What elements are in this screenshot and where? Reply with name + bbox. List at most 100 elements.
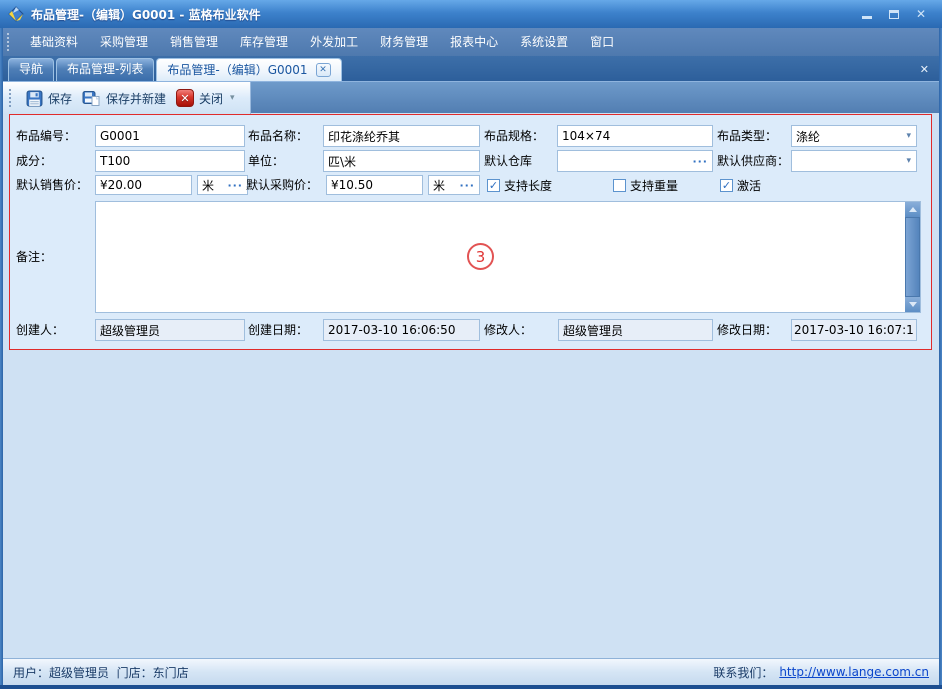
modifier-field bbox=[558, 319, 713, 341]
sale-price-label: 默认销售价： bbox=[16, 175, 88, 195]
product-no-input[interactable] bbox=[95, 125, 245, 147]
composition-input[interactable] bbox=[95, 150, 245, 172]
title-bar: 布品管理-（编辑）G0001 - 蓝格布业软件 ✕ bbox=[0, 0, 942, 28]
app-window: 布品管理-（编辑）G0001 - 蓝格布业软件 ✕ 基础资料 采购管理 销售管理… bbox=[0, 0, 942, 689]
composition-label: 成分： bbox=[16, 150, 52, 172]
product-spec-input[interactable] bbox=[557, 125, 713, 147]
menu-bar: 基础资料 采购管理 销售管理 库存管理 外发加工 财务管理 报表中心 系统设置 … bbox=[0, 28, 942, 56]
menu-grip-icon bbox=[7, 33, 11, 51]
default-supplier-label: 默认供应商： bbox=[717, 150, 789, 172]
tab-strip-close-icon[interactable]: ✕ bbox=[920, 63, 939, 76]
sale-price-input[interactable] bbox=[95, 175, 192, 195]
default-supplier-select[interactable]: ▾ bbox=[791, 150, 917, 172]
product-edit-form: 布品编号： 布品名称： 布品规格： 布品类型： 涤纶 ▾ 成分： 单位： 默认仓… bbox=[9, 114, 932, 350]
app-logo-icon bbox=[8, 6, 25, 23]
toolbar-grip-icon bbox=[9, 89, 13, 107]
checkbox-support-weight-label: 支持重量 bbox=[630, 177, 678, 194]
menu-item-settings[interactable]: 系统设置 bbox=[509, 28, 579, 56]
checkbox-support-length-label: 支持长度 bbox=[504, 177, 552, 194]
scroll-down-icon bbox=[909, 302, 917, 307]
maximize-button[interactable] bbox=[885, 6, 903, 22]
checkbox-support-weight[interactable]: 支持重量 bbox=[613, 175, 678, 195]
scroll-down-button[interactable] bbox=[905, 297, 920, 312]
purchase-unit-value: 米 bbox=[433, 177, 445, 194]
default-warehouse-label: 默认仓库 bbox=[484, 150, 532, 172]
product-name-input[interactable] bbox=[323, 125, 480, 147]
close-button[interactable]: ✕ bbox=[912, 6, 930, 22]
close-red-icon: ✕ bbox=[176, 89, 194, 107]
modify-date-field bbox=[791, 319, 917, 341]
create-date-label: 创建日期： bbox=[248, 319, 308, 341]
save-and-new-icon bbox=[82, 90, 101, 107]
close-dropdown-caret-icon[interactable]: ▾ bbox=[230, 93, 235, 103]
scroll-thumb[interactable] bbox=[905, 217, 920, 297]
tab-product-edit[interactable]: 布品管理-（编辑）G0001 ✕ bbox=[156, 58, 341, 81]
product-type-label: 布品类型： bbox=[717, 125, 777, 147]
remarks-scrollbar[interactable] bbox=[905, 202, 920, 312]
window-border-left bbox=[0, 28, 3, 689]
save-and-new-label: 保存并新建 bbox=[106, 90, 166, 107]
menu-item-purchase[interactable]: 采购管理 bbox=[89, 28, 159, 56]
menu-item-reports[interactable]: 报表中心 bbox=[439, 28, 509, 56]
menu-item-window[interactable]: 窗口 bbox=[579, 28, 625, 56]
close-icon: ✕ bbox=[916, 8, 926, 20]
purchase-price-unit[interactable]: 米 ··· bbox=[428, 175, 480, 195]
unit-label: 单位： bbox=[248, 150, 284, 172]
toolbar: 保存 保存并新建 ✕ 关闭 ▾ bbox=[3, 82, 251, 114]
remarks-textarea[interactable] bbox=[96, 202, 905, 312]
purchase-unit-ellipsis-icon[interactable]: ··· bbox=[459, 179, 479, 192]
warehouse-ellipsis-icon[interactable]: ··· bbox=[692, 155, 712, 168]
annotation-circle-3: 3 bbox=[467, 243, 494, 270]
product-spec-label: 布品规格： bbox=[484, 125, 544, 147]
modifier-label: 修改人： bbox=[484, 319, 532, 341]
dropdown-arrow-icon: ▾ bbox=[906, 156, 916, 166]
creator-field bbox=[95, 319, 245, 341]
save-icon bbox=[26, 90, 43, 107]
checkbox-icon: ✓ bbox=[487, 179, 500, 192]
minimize-button[interactable] bbox=[858, 6, 876, 22]
checkbox-active[interactable]: ✓ 激活 bbox=[720, 175, 761, 195]
sale-price-unit[interactable]: 米 ··· bbox=[197, 175, 248, 195]
save-label: 保存 bbox=[48, 90, 72, 107]
website-link[interactable]: http://www.lange.com.cn bbox=[779, 665, 929, 679]
tab-close-icon[interactable]: ✕ bbox=[316, 63, 331, 77]
menu-item-base-data[interactable]: 基础资料 bbox=[19, 28, 89, 56]
contact-label: 联系我们： bbox=[713, 664, 773, 681]
save-and-new-button[interactable]: 保存并新建 bbox=[77, 88, 171, 109]
minimize-icon bbox=[862, 16, 872, 19]
purchase-price-label: 默认采购价： bbox=[246, 175, 318, 195]
tab-product-edit-label: 布品管理-（编辑）G0001 bbox=[167, 60, 307, 81]
status-bar: 用户：超级管理员 门店：东门店 联系我们： http://www.lange.c… bbox=[3, 658, 939, 685]
default-warehouse-picker[interactable]: ··· bbox=[557, 150, 713, 172]
tab-product-list[interactable]: 布品管理-列表 bbox=[56, 58, 154, 81]
product-name-label: 布品名称： bbox=[248, 125, 308, 147]
sale-unit-ellipsis-icon[interactable]: ··· bbox=[227, 179, 247, 192]
tab-navigation[interactable]: 导航 bbox=[8, 58, 54, 81]
close-tab-button[interactable]: ✕ 关闭 ▾ bbox=[171, 87, 240, 109]
dropdown-arrow-icon: ▾ bbox=[906, 131, 916, 141]
sale-unit-value: 米 bbox=[202, 177, 214, 194]
window-border-bottom bbox=[0, 685, 942, 689]
close-label: 关闭 bbox=[199, 90, 223, 107]
user-store-info: 用户：超级管理员 门店：东门店 bbox=[13, 664, 189, 681]
menu-item-sales[interactable]: 销售管理 bbox=[159, 28, 229, 56]
product-no-label: 布品编号： bbox=[16, 125, 76, 147]
tab-strip: 导航 布品管理-列表 布品管理-（编辑）G0001 ✕ ✕ bbox=[3, 56, 939, 81]
checkbox-icon bbox=[613, 179, 626, 192]
maximize-icon bbox=[889, 10, 899, 19]
save-button[interactable]: 保存 bbox=[21, 88, 77, 109]
creator-label: 创建人： bbox=[16, 319, 64, 341]
product-type-select[interactable]: 涤纶 ▾ bbox=[791, 125, 917, 147]
purchase-price-input[interactable] bbox=[326, 175, 423, 195]
menu-item-outsourcing[interactable]: 外发加工 bbox=[299, 28, 369, 56]
create-date-field bbox=[323, 319, 480, 341]
scroll-up-icon bbox=[909, 207, 917, 212]
checkbox-support-length[interactable]: ✓ 支持长度 bbox=[487, 175, 552, 195]
unit-input[interactable] bbox=[323, 150, 480, 172]
menu-item-inventory[interactable]: 库存管理 bbox=[229, 28, 299, 56]
window-title: 布品管理-（编辑）G0001 - 蓝格布业软件 bbox=[31, 6, 261, 23]
remarks-field bbox=[95, 201, 921, 313]
menu-item-finance[interactable]: 财务管理 bbox=[369, 28, 439, 56]
scroll-up-button[interactable] bbox=[905, 202, 920, 217]
product-type-value: 涤纶 bbox=[796, 128, 820, 145]
